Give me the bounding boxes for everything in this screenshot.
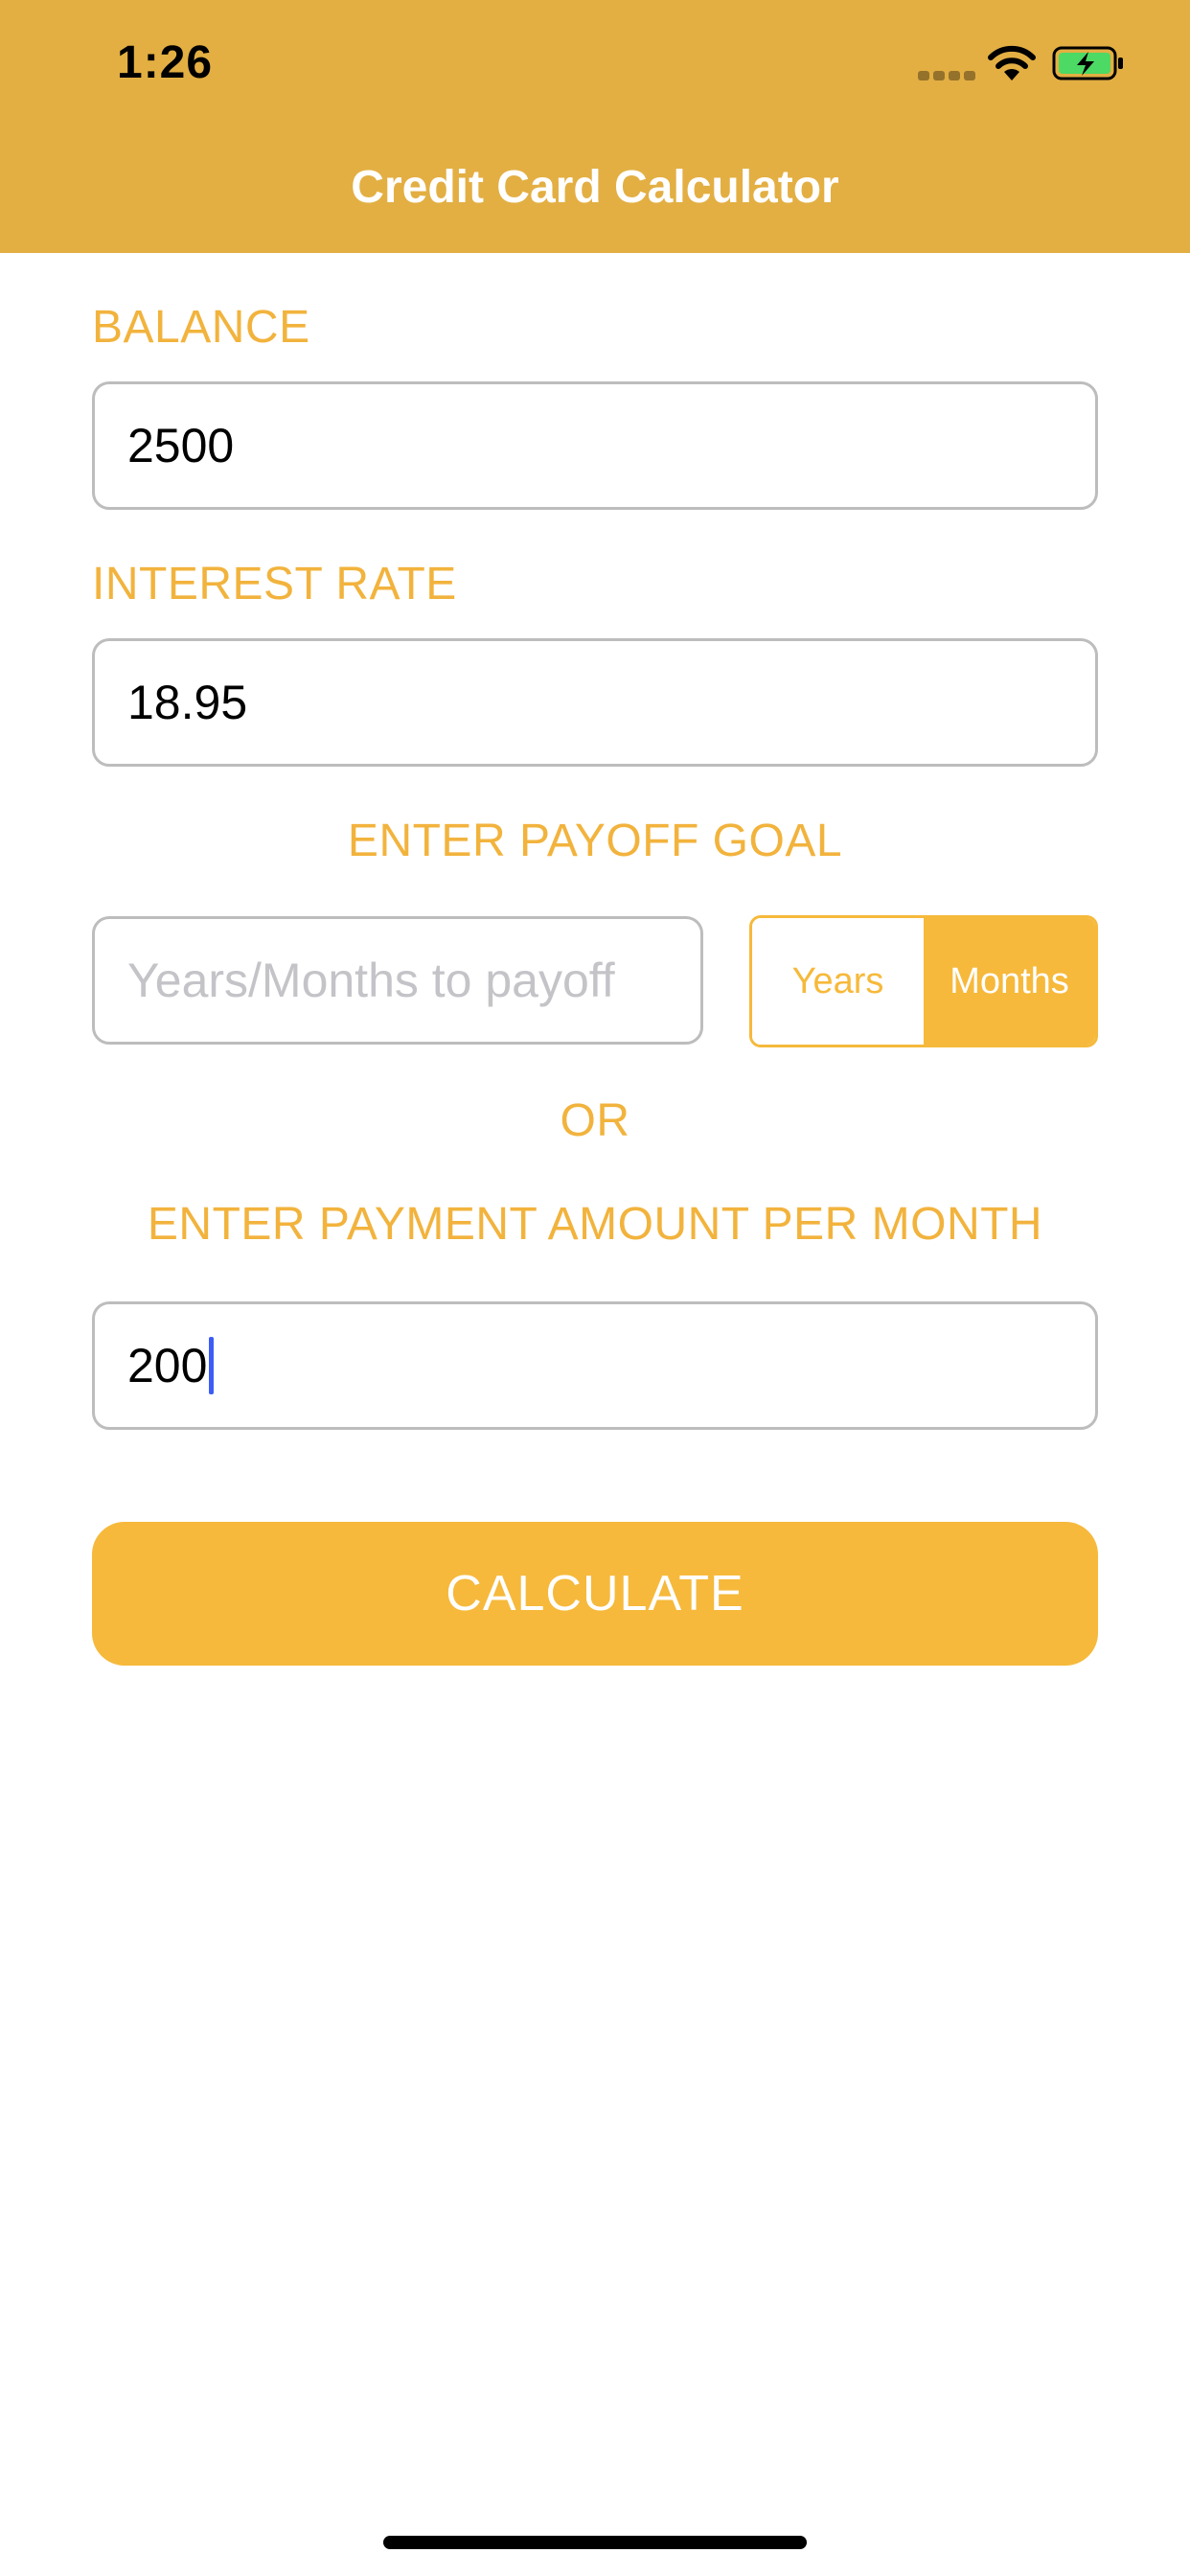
wifi-icon bbox=[988, 45, 1036, 80]
cellular-signal-icon bbox=[918, 71, 975, 82]
calculate-button[interactable]: CALCULATE bbox=[92, 1522, 1098, 1666]
interest-rate-input[interactable]: 18.95 bbox=[92, 638, 1098, 767]
home-indicator[interactable] bbox=[383, 2536, 807, 2549]
battery-charging-icon bbox=[1052, 46, 1123, 80]
balance-input[interactable]: 2500 bbox=[92, 381, 1098, 510]
page-title: Credit Card Calculator bbox=[351, 162, 839, 213]
balance-label: BALANCE bbox=[92, 302, 310, 353]
payoff-period-placeholder: Years/Months to payoff bbox=[127, 954, 615, 1007]
segment-years[interactable]: Years bbox=[752, 918, 924, 1045]
payoff-period-input[interactable]: Years/Months to payoff bbox=[92, 916, 703, 1045]
or-label: OR bbox=[560, 1095, 630, 1146]
payoff-goal-label: ENTER PAYOFF GOAL bbox=[347, 816, 843, 866]
period-segmented-control[interactable]: Years Months bbox=[749, 915, 1098, 1047]
payment-amount-label: ENTER PAYMENT AMOUNT PER MONTH bbox=[147, 1199, 1043, 1250]
navigation-header: 1:26 Credit Card Calculator bbox=[0, 0, 1190, 253]
balance-value: 2500 bbox=[127, 419, 235, 472]
interest-rate-label: INTEREST RATE bbox=[92, 559, 457, 610]
interest-rate-value: 18.95 bbox=[127, 676, 248, 729]
payment-amount-value: 200 bbox=[127, 1339, 208, 1392]
text-cursor bbox=[209, 1337, 215, 1394]
payment-amount-input[interactable]: 200 bbox=[92, 1301, 1098, 1430]
status-time: 1:26 bbox=[117, 37, 214, 88]
segment-months[interactable]: Months bbox=[924, 918, 1095, 1045]
